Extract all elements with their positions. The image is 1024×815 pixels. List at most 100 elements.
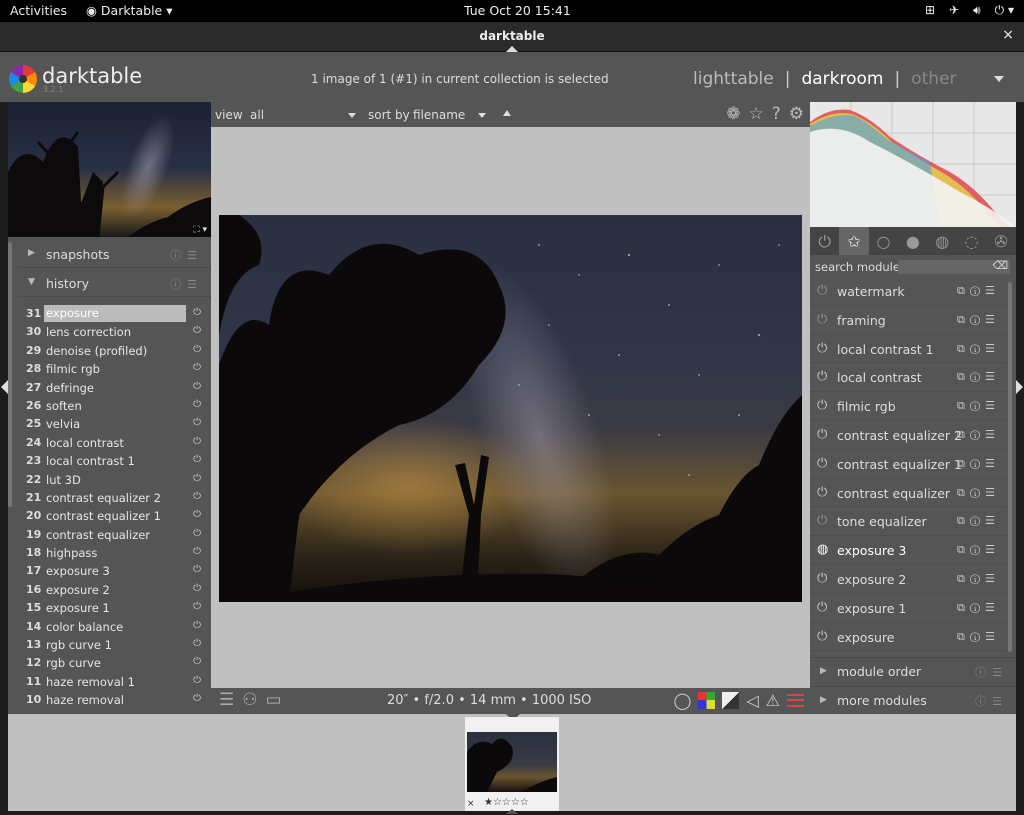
- iso12646-lightbulb-icon[interactable]: ◯: [673, 691, 691, 710]
- history-item[interactable]: 16 exposure 2 ⏻: [18, 581, 211, 599]
- history-item[interactable]: 26 soften ⏻: [18, 397, 211, 415]
- quick-access-icon[interactable]: ☰: [219, 690, 234, 710]
- history-item[interactable]: 24 local contrast ⏻: [18, 434, 211, 452]
- histogram[interactable]: [810, 102, 1016, 227]
- effect-group-icon[interactable]: ✇: [986, 227, 1015, 255]
- active-modules-power-icon[interactable]: ⏻: [810, 227, 839, 255]
- module-actions-icon[interactable]: ⧉ⓘ☰: [957, 284, 1000, 298]
- module-item[interactable]: ⏻ contrast equalizer 2 ⧉ⓘ☰: [810, 421, 1006, 450]
- module-power-toggle-icon[interactable]: ⏻: [817, 513, 827, 528]
- module-actions-icon[interactable]: ⧉ⓘ☰: [957, 543, 1000, 557]
- history-section[interactable]: ▼ history ⓘ☰: [18, 269, 211, 297]
- module-actions-icon[interactable]: ⧉ⓘ☰: [957, 428, 1000, 442]
- module-item[interactable]: ⏻ local contrast 1 ⧉ⓘ☰: [810, 335, 1006, 364]
- module-actions-icon[interactable]: ⧉ⓘ☰: [957, 572, 1000, 586]
- section-presets-icon[interactable]: ⓘ☰: [975, 664, 1008, 680]
- correct-group-icon[interactable]: ◌: [957, 227, 986, 255]
- module-power-toggle-icon[interactable]: ⏻: [817, 485, 827, 500]
- module-power-toggle-icon[interactable]: ⏻: [817, 427, 827, 442]
- basic-group-circle-icon[interactable]: ○: [869, 227, 898, 255]
- module-item[interactable]: ⏻ contrast equalizer 1 ⧉ⓘ☰: [810, 450, 1006, 479]
- left-panel-toggle-arrow[interactable]: [1, 380, 8, 394]
- snapshots-section[interactable]: ▶ snapshots ⓘ☰: [18, 240, 211, 268]
- history-item[interactable]: 18 highpass ⏻: [18, 544, 211, 562]
- module-item[interactable]: ⏻ exposure ⧉ⓘ☰: [810, 623, 1006, 652]
- history-item[interactable]: 12 rgb curve ⏻: [18, 654, 211, 672]
- history-item[interactable]: 19 contrast equalizer ⏻: [18, 526, 211, 544]
- module-power-toggle-icon[interactable]: ⏻: [817, 456, 827, 471]
- softproof-icon[interactable]: ◁: [746, 691, 758, 710]
- help-icon[interactable]: ?: [772, 104, 781, 124]
- module-order-section[interactable]: ▶ module order ⓘ☰: [810, 657, 1016, 685]
- history-item[interactable]: 11 haze removal 1 ⏻: [18, 673, 211, 691]
- history-item[interactable]: 21 contrast equalizer 2 ⏻: [18, 489, 211, 507]
- left-panel-scrollbar[interactable]: [8, 242, 12, 507]
- clipping-icon[interactable]: [722, 692, 740, 709]
- module-power-toggle-icon[interactable]: ⏻: [817, 369, 827, 384]
- module-actions-icon[interactable]: ⧉ⓘ☰: [957, 370, 1000, 384]
- history-item[interactable]: 27 defringe ⏻: [18, 379, 211, 397]
- clear-search-icon[interactable]: ⌫: [992, 259, 1008, 272]
- module-actions-icon[interactable]: ⧉ⓘ☰: [957, 399, 1000, 413]
- close-window-button[interactable]: ×: [1002, 27, 1014, 43]
- history-item[interactable]: 13 rgb curve 1 ⏻: [18, 636, 211, 654]
- module-actions-icon[interactable]: ⧉ⓘ☰: [957, 514, 1000, 528]
- star-filter-icon[interactable]: ☆: [748, 104, 763, 124]
- sort-ascending-icon[interactable]: [503, 110, 511, 116]
- favorites-star-icon[interactable]: ✩: [839, 227, 869, 255]
- history-item[interactable]: 31 exposure ⏻: [18, 305, 211, 323]
- styles-icon[interactable]: ⚇: [242, 690, 257, 710]
- view-other[interactable]: other: [911, 69, 956, 89]
- module-item[interactable]: ⏻ tone equalizer ⧉ⓘ☰: [810, 507, 1006, 537]
- module-item[interactable]: ⏻ watermark ⧉ⓘ☰: [810, 277, 1006, 306]
- activities-button[interactable]: Activities: [10, 3, 67, 18]
- view-darkroom[interactable]: darkroom: [801, 69, 883, 89]
- view-filter-dropdown-icon[interactable]: [348, 113, 356, 118]
- module-item[interactable]: ⏻ local contrast ⧉ⓘ☰: [810, 363, 1006, 393]
- reject-button[interactable]: ×: [467, 799, 475, 809]
- module-item[interactable]: ⏻ framing ⧉ⓘ☰: [810, 306, 1006, 335]
- module-actions-icon[interactable]: ⧉ⓘ☰: [957, 342, 1000, 356]
- history-item[interactable]: 22 lut 3D ⏻: [18, 471, 211, 489]
- right-panel-scrollbar[interactable]: [1008, 282, 1012, 652]
- module-power-toggle-icon[interactable]: ⏻: [817, 312, 827, 327]
- history-item[interactable]: 25 velvia ⏻: [18, 415, 211, 433]
- module-power-toggle-icon[interactable]: ⏻: [817, 629, 827, 644]
- module-actions-icon[interactable]: ⧉ⓘ☰: [957, 486, 1000, 500]
- module-power-toggle-icon[interactable]: ⏻: [817, 341, 827, 356]
- module-item[interactable]: ⏻ contrast equalizer ⧉ⓘ☰: [810, 479, 1006, 508]
- module-power-toggle-icon[interactable]: ⏻: [817, 283, 827, 298]
- navigation-preview[interactable]: ⛶ ▾: [8, 102, 211, 237]
- module-power-toggle-icon[interactable]: ◍: [817, 542, 828, 557]
- history-item[interactable]: 30 lens correction ⏻: [18, 323, 211, 341]
- module-power-toggle-icon[interactable]: ⏻: [817, 600, 827, 615]
- history-item[interactable]: 23 local contrast 1 ⏻: [18, 452, 211, 470]
- module-actions-icon[interactable]: ⧉ⓘ☰: [957, 601, 1000, 615]
- history-item[interactable]: 20 contrast equalizer 1 ⏻: [18, 507, 211, 525]
- module-actions-icon[interactable]: ⧉ⓘ☰: [957, 630, 1000, 644]
- second-window-icon[interactable]: ▭: [266, 690, 282, 710]
- module-item[interactable]: ⏻ exposure 2 ⧉ⓘ☰: [810, 565, 1006, 594]
- guides-icon[interactable]: [787, 694, 804, 707]
- right-panel-toggle-arrow[interactable]: [1016, 380, 1023, 394]
- clock[interactable]: Tue Oct 20 15:41: [464, 3, 571, 18]
- history-item[interactable]: 17 exposure 3 ⏻: [18, 562, 211, 580]
- module-item[interactable]: ◍ exposure 3 ⧉ⓘ☰: [810, 536, 1006, 565]
- module-power-toggle-icon[interactable]: ⏻: [817, 398, 827, 413]
- module-actions-icon[interactable]: ⧉ⓘ☰: [957, 313, 1000, 327]
- filmstrip-thumbnail[interactable]: × ★☆☆☆☆: [465, 717, 559, 811]
- view-lighttable[interactable]: lighttable: [693, 69, 774, 89]
- history-item[interactable]: 10 haze removal ⏻: [18, 691, 211, 709]
- history-item[interactable]: 15 exposure 1 ⏻: [18, 599, 211, 617]
- history-item[interactable]: 28 filmic rgb ⏻: [18, 360, 211, 378]
- raw-overexposed-icon[interactable]: [698, 692, 716, 709]
- history-item[interactable]: 29 denoise (profiled) ⏻: [18, 342, 211, 360]
- sort-by-select[interactable]: filename: [413, 108, 465, 122]
- gamut-check-icon[interactable]: ⚠: [766, 691, 780, 710]
- module-item[interactable]: ⏻ filmic rgb ⧉ⓘ☰: [810, 392, 1006, 421]
- section-presets-icon[interactable]: ⓘ☰: [170, 276, 203, 292]
- zoom-fit-icon[interactable]: ⛶ ▾: [193, 225, 207, 235]
- bottom-panel-toggle-arrow[interactable]: [506, 809, 518, 814]
- history-item[interactable]: 14 color balance ⏻: [18, 618, 211, 636]
- more-modules-section[interactable]: ▶ more modules ⓘ☰: [810, 686, 1016, 714]
